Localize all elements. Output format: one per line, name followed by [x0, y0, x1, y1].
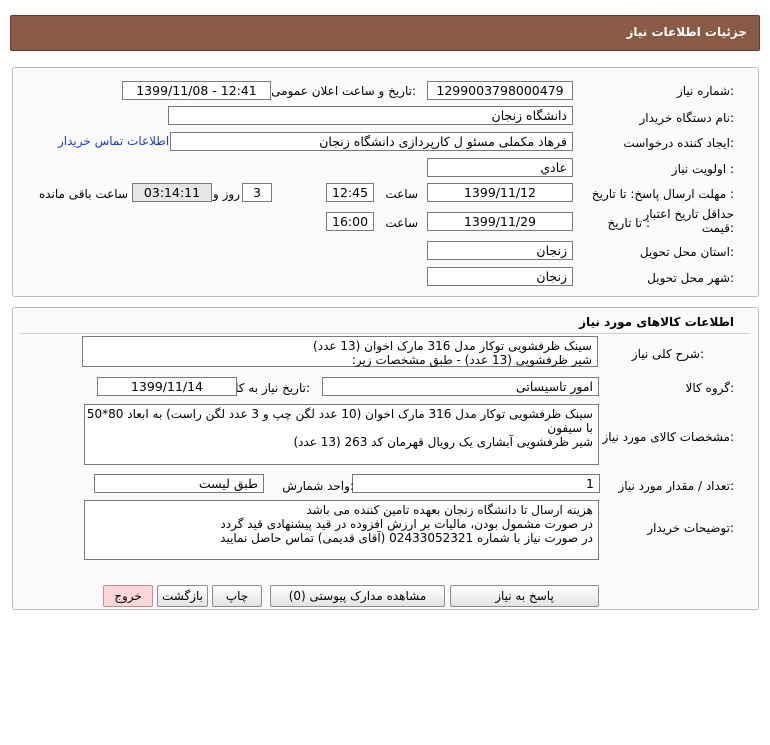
buyer-org-label: نام دستگاه خریدار: — [639, 111, 735, 125]
validity-date-field: 1399/11/29 — [427, 212, 573, 231]
unit-label: واحد شمارش: — [282, 479, 354, 493]
buyer-org-field: دانشگاه زنجان — [168, 106, 573, 125]
print-button[interactable]: چاپ — [212, 585, 262, 607]
announce-datetime-field: 1399/11/08 - 12:41 — [122, 81, 271, 100]
quantity-field: 1 — [352, 474, 600, 493]
general-desc-line: شیر ظرفشویی (13 عدد) - طبق مشخصات زیر: — [351, 353, 592, 367]
specs-line: با سیفون — [547, 421, 593, 435]
exit-button[interactable]: خروج — [103, 585, 153, 607]
deadline-label: مهلت ارسال پاسخ: تا تاریخ : — [591, 187, 734, 201]
deadline-time-label: ساعت — [385, 187, 418, 201]
days-label: روز و — [213, 187, 240, 201]
announce-datetime-label: تاریخ و ساعت اعلان عمومی: — [271, 84, 416, 98]
deadline-time-field: 12:45 — [326, 183, 374, 202]
general-desc-field: سینک ظرفشویی توکار مدل 316 مارک اخوان (1… — [82, 336, 598, 367]
need-number-label: شماره نیاز: — [676, 84, 734, 98]
need-date-label: تاریخ نیاز به کالا: — [228, 381, 310, 395]
general-desc-label: شرح کلی نیاز: — [631, 347, 704, 361]
remaining-time-label: ساعت باقی مانده — [38, 187, 128, 201]
general-desc-line: سینک ظرفشویی توکار مدل 316 مارک اخوان (1… — [313, 339, 592, 353]
back-button[interactable]: بازگشت — [157, 585, 208, 607]
need-number-field: 1299003798000479 — [427, 81, 573, 100]
validity-label-line1: حداقل تاریخ اعتبار — [643, 207, 734, 221]
view-attachments-button[interactable]: مشاهده مدارک پیوستی (0) — [270, 585, 445, 607]
need-date-field: 1399/11/14 — [97, 377, 237, 396]
page-header: جزئیات اطلاعات نیاز — [10, 15, 760, 51]
quantity-label: تعداد / مقدار مورد نیاز: — [618, 479, 734, 493]
remaining-days-field: 3 — [242, 183, 272, 202]
buyer-notes-line: در صورت نیاز با شماره 02433052321 (آقای … — [220, 531, 593, 545]
reply-button[interactable]: پاسخ به نیاز — [450, 585, 599, 607]
buyer-contact-link[interactable]: اطلاعات تماس خریدار — [58, 134, 169, 148]
specs-field: سینک ظرفشویی توکار مدل 316 مارک اخوان (1… — [84, 404, 599, 465]
requester-label: ایجاد کننده درخواست: — [623, 136, 734, 150]
goods-title-divider — [20, 333, 750, 334]
goods-section-title: اطلاعات کالاهای مورد نیاز — [579, 315, 734, 329]
buyer-notes-label: توضیحات خریدار: — [647, 521, 734, 535]
validity-time-label: ساعت — [385, 216, 418, 230]
requester-field: فرهاد مکملی مسئو ل کارپردازی دانشگاه زنج… — [170, 132, 573, 151]
city-field: زنجان — [427, 267, 573, 286]
province-label: استان محل تحویل: — [639, 245, 734, 259]
specs-line: سینک ظرفشویی توکار مدل 316 مارک اخوان (1… — [86, 407, 593, 421]
validity-to-label: تا تاریخ : — [607, 216, 650, 230]
buyer-notes-line: در صورت مشمول بودن، مالیات بر ارزش افزود… — [220, 517, 593, 531]
validity-time-field: 16:00 — [326, 212, 374, 231]
goods-group-label: گروه کالا: — [685, 381, 735, 395]
goods-group-field: امور تاسیساتی — [322, 377, 599, 396]
unit-field: طبق لیست — [94, 474, 264, 493]
buyer-notes-line: هزینه ارسال تا دانشگاه زنجان بعهده تامین… — [306, 503, 593, 517]
province-field: زنجان — [427, 241, 573, 260]
need-details-panel — [12, 67, 759, 297]
remaining-time-field: 03:14:11 — [132, 183, 212, 202]
priority-field: عادي — [427, 158, 573, 177]
specs-label: مشخصات کالای مورد نیاز: — [602, 430, 734, 444]
priority-label: اولویت نیاز : — [671, 162, 734, 176]
page-title: جزئیات اطلاعات نیاز — [626, 25, 747, 39]
buyer-notes-field: هزینه ارسال تا دانشگاه زنجان بعهده تامین… — [84, 500, 599, 560]
validity-label-line2: قیمت: — [701, 221, 734, 235]
deadline-date-field: 1399/11/12 — [427, 183, 573, 202]
city-label: شهر محل تحویل: — [647, 271, 734, 285]
specs-line: شیر ظرفشویی آبشاری یک رویال قهرمان کد 26… — [293, 435, 593, 449]
